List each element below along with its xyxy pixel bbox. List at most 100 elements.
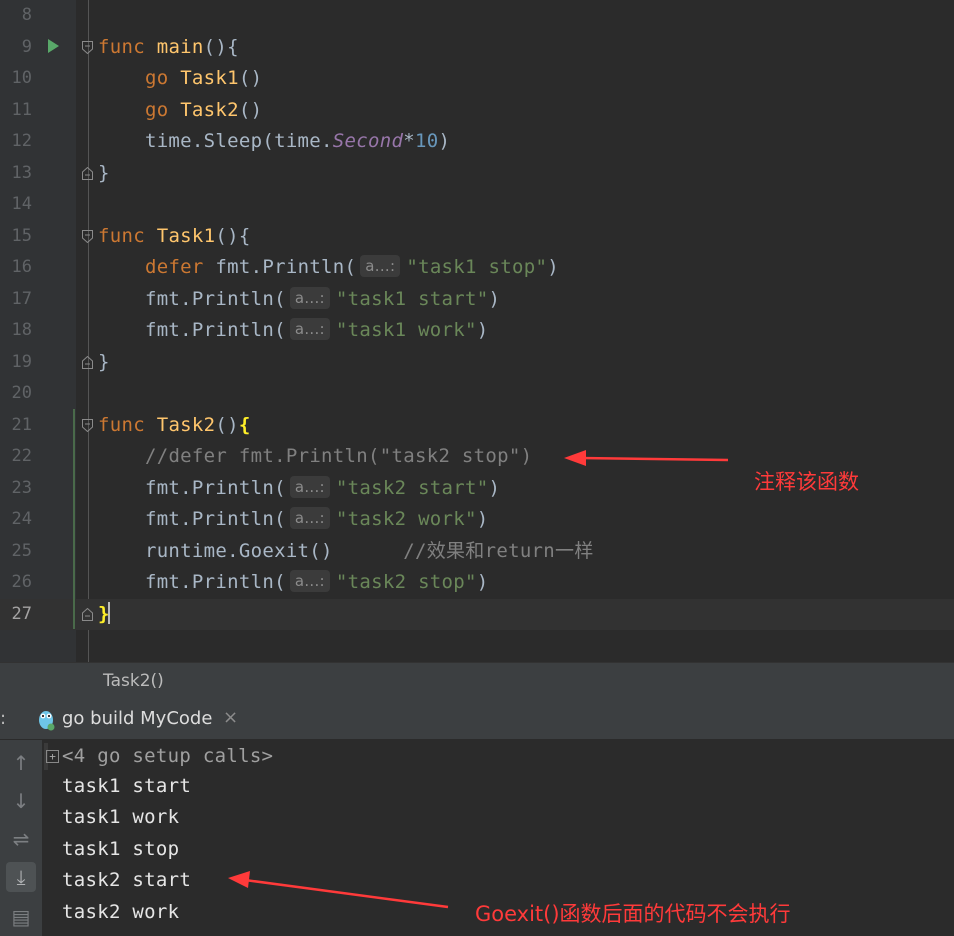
parameter-hint: a...: bbox=[360, 255, 401, 277]
code-text[interactable]: } bbox=[98, 158, 110, 189]
text-caret bbox=[108, 602, 110, 624]
fold-marker-icon[interactable] bbox=[82, 355, 93, 369]
code-line[interactable]: 20 bbox=[0, 378, 954, 410]
code-line[interactable]: 27} bbox=[0, 598, 954, 630]
code-text[interactable]: func main(){ bbox=[98, 32, 239, 63]
code-text[interactable]: defer fmt.Println(a...: "task1 stop") bbox=[98, 252, 559, 283]
code-token: ) bbox=[488, 476, 501, 499]
console-line: task1 stop bbox=[62, 838, 180, 860]
close-icon[interactable]: × bbox=[223, 707, 238, 728]
code-line[interactable]: 9 func main(){ bbox=[0, 32, 954, 64]
code-text[interactable]: } bbox=[98, 347, 110, 378]
fold-marker-icon[interactable] bbox=[82, 418, 93, 432]
code-token: Task2 bbox=[156, 413, 216, 436]
parameter-hint: a...: bbox=[289, 286, 330, 309]
code-token: Task2 bbox=[180, 98, 239, 121]
code-token: fmt.Println( bbox=[98, 508, 286, 530]
breadcrumb[interactable]: Task2() bbox=[103, 671, 164, 691]
code-token: func bbox=[98, 35, 157, 58]
code-text[interactable]: fmt.Println(a...: "task2 work") bbox=[98, 504, 489, 535]
scroll-to-end-icon[interactable]: ⤓ bbox=[6, 862, 36, 892]
arrow-up-icon[interactable]: ↑ bbox=[6, 748, 36, 778]
code-token: func bbox=[98, 224, 157, 247]
code-line[interactable]: 17 fmt.Println(a...: "task1 start") bbox=[0, 284, 954, 316]
parameter-hint: a...: bbox=[289, 318, 330, 340]
code-text[interactable]: fmt.Println(a...: "task1 work") bbox=[98, 315, 489, 346]
console-line: task1 work bbox=[62, 806, 180, 828]
breadcrumb-bar: Task2() bbox=[0, 662, 954, 701]
console-line: task2 start bbox=[62, 869, 192, 891]
print-icon[interactable]: ▤ bbox=[6, 902, 36, 932]
line-number: 13 bbox=[11, 162, 32, 183]
setup-calls-fold[interactable]: + <4 go setup calls> bbox=[44, 743, 273, 770]
code-token: runtime.Goexit() bbox=[98, 539, 404, 562]
expand-plus-icon[interactable]: + bbox=[46, 750, 59, 763]
code-token: * bbox=[403, 130, 415, 152]
code-token: main bbox=[156, 35, 204, 58]
code-line[interactable]: 18 fmt.Println(a...: "task1 work") bbox=[0, 315, 954, 347]
code-editor[interactable]: 8 9 func main(){10 go Task1() 11 go Task2()… bbox=[0, 0, 954, 662]
code-text[interactable]: go Task2() bbox=[98, 95, 262, 126]
line-number: 11 bbox=[11, 99, 32, 120]
run-tab-label: go build MyCode bbox=[62, 708, 213, 729]
parameter-hint: a...: bbox=[289, 507, 330, 529]
arrow-down-icon[interactable]: ↓ bbox=[6, 786, 36, 816]
code-text[interactable]: fmt.Println(a...: "task2 start") bbox=[98, 473, 500, 504]
fold-marker-icon[interactable] bbox=[82, 40, 93, 54]
line-number: 18 bbox=[11, 320, 32, 340]
code-line[interactable]: 24 fmt.Println(a...: "task2 work") bbox=[0, 504, 954, 536]
code-text[interactable]: time.Sleep(time.Second*10) bbox=[98, 126, 450, 157]
code-text[interactable]: //defer fmt.Println("task2 stop") bbox=[98, 441, 532, 472]
code-token: time.Sleep(time. bbox=[98, 130, 333, 152]
code-token: (){ bbox=[215, 224, 251, 247]
soft-wrap-icon[interactable]: ⇌ bbox=[6, 824, 36, 854]
line-number: 10 bbox=[11, 68, 32, 88]
line-number: 25 bbox=[11, 540, 32, 561]
run-tab[interactable]: go build MyCode × bbox=[32, 700, 247, 739]
code-line[interactable]: 8 bbox=[0, 0, 954, 32]
code-line[interactable]: 21 func Task2(){ bbox=[0, 410, 954, 442]
line-number: 8 bbox=[21, 5, 32, 25]
code-token: "task1 work" bbox=[335, 319, 477, 341]
comment-annotation: 注释该函数 bbox=[754, 470, 859, 494]
code-text[interactable]: fmt.Println(a...: "task1 start") bbox=[98, 284, 500, 315]
code-line[interactable]: 14 bbox=[0, 189, 954, 221]
code-line[interactable]: 10 go Task1() bbox=[0, 63, 954, 95]
run-icon[interactable] bbox=[48, 39, 59, 53]
code-line[interactable]: 13} bbox=[0, 158, 954, 190]
code-line[interactable]: 16 defer fmt.Println(a...: "task1 stop") bbox=[0, 252, 954, 284]
code-text[interactable]: runtime.Goexit() //效果和return一样 bbox=[98, 536, 594, 567]
code-token: ) bbox=[438, 130, 451, 152]
run-tool-window-header: : go build MyCode × bbox=[0, 700, 954, 740]
code-line[interactable]: 11 go Task2() bbox=[0, 95, 954, 127]
scope-indicator bbox=[73, 409, 75, 629]
fold-marker-icon[interactable] bbox=[82, 229, 93, 243]
code-line[interactable]: 15 func Task1(){ bbox=[0, 221, 954, 253]
code-line[interactable]: 12 time.Sleep(time.Second*10) bbox=[0, 126, 954, 158]
code-text[interactable]: go Task1() bbox=[98, 63, 262, 94]
console-toolbar: ↑ ↓ ⇌ ⤓ ▤ bbox=[0, 740, 42, 936]
code-text[interactable]: func Task1(){ bbox=[98, 221, 251, 252]
fold-marker-icon[interactable] bbox=[82, 166, 93, 180]
code-token: ) bbox=[476, 571, 489, 593]
code-line[interactable]: 19} bbox=[0, 347, 954, 379]
code-line[interactable]: 25 runtime.Goexit() //效果和return一样 bbox=[0, 536, 954, 568]
line-number: 19 bbox=[11, 351, 32, 372]
line-number: 9 bbox=[21, 36, 32, 57]
code-token: "task2 work" bbox=[335, 508, 477, 530]
line-number: 20 bbox=[11, 383, 32, 403]
code-token: ) bbox=[547, 256, 559, 278]
code-text[interactable]: fmt.Println(a...: "task2 stop") bbox=[98, 567, 489, 598]
code-token: go bbox=[144, 67, 181, 89]
code-text[interactable]: func Task2(){ bbox=[98, 410, 251, 441]
code-line[interactable]: 26 fmt.Println(a...: "task2 stop") bbox=[0, 567, 954, 599]
line-number: 14 bbox=[11, 194, 32, 214]
fold-marker-icon[interactable] bbox=[82, 607, 93, 621]
code-token: func bbox=[98, 413, 157, 436]
parameter-hint: a...: bbox=[289, 475, 330, 498]
code-token: fmt.Println( bbox=[98, 287, 286, 310]
code-token: { bbox=[238, 413, 251, 436]
console-line: task1 start bbox=[62, 775, 192, 797]
